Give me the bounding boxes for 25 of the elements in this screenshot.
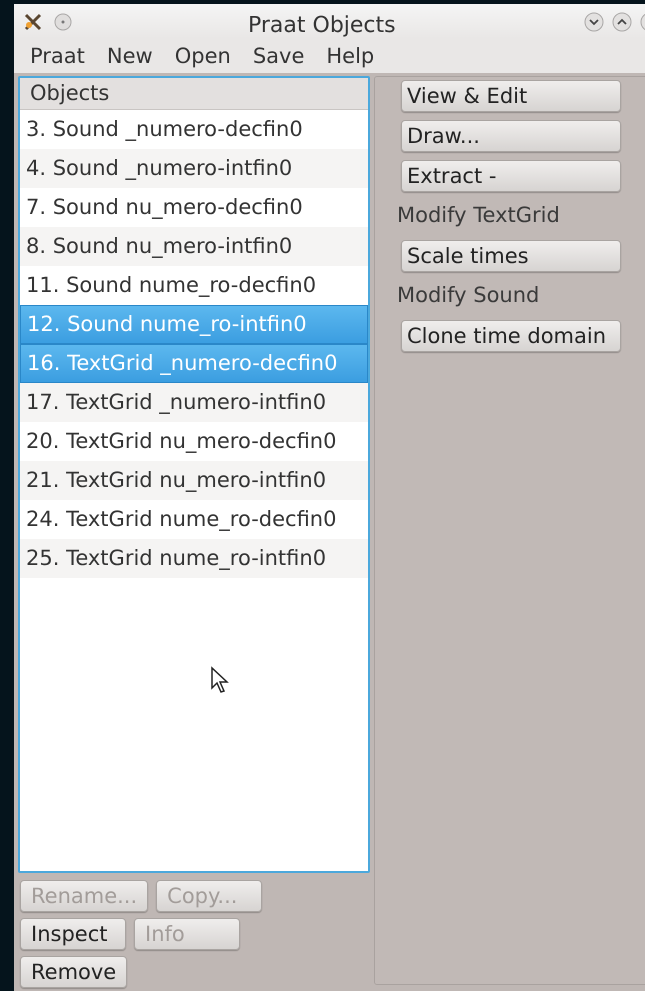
menu-item[interactable]: Open (164, 40, 241, 72)
maximize-icon[interactable] (612, 12, 632, 32)
app-icon[interactable] (24, 13, 42, 31)
minimize-icon[interactable] (584, 12, 604, 32)
column-header: Objects (20, 78, 368, 110)
list-item[interactable]: 8. Sound nu_mero-intfin0 (20, 227, 368, 266)
window-title: Praat Objects (248, 12, 396, 40)
list-item[interactable]: 17. TextGrid _numero-intfin0 (20, 383, 368, 422)
action-button[interactable]: Clone time domain (401, 320, 621, 352)
section-label: Modify TextGrid (397, 202, 561, 230)
section-label: Modify Sound (397, 282, 540, 310)
list-item[interactable]: 4. Sound _numero-intfin0 (20, 149, 368, 188)
menu-item[interactable]: Save (242, 40, 314, 72)
cursor-icon (210, 666, 230, 694)
action-button[interactable]: Inspect (20, 918, 126, 950)
action-button[interactable]: Draw... (401, 120, 621, 152)
menu-item[interactable]: Help (316, 40, 384, 72)
action-button[interactable]: Scale times (401, 240, 621, 272)
menu-item[interactable]: Praat (20, 40, 95, 72)
list-item[interactable]: 25. TextGrid nume_ro-intfin0 (20, 539, 368, 578)
action-button[interactable]: Extract - (401, 160, 621, 192)
list-item[interactable]: 21. TextGrid nu_mero-intfin0 (20, 461, 368, 500)
action-button[interactable]: Remove (20, 956, 128, 988)
action-button[interactable]: View & Edit (401, 80, 621, 112)
menu-item[interactable]: New (96, 40, 163, 72)
